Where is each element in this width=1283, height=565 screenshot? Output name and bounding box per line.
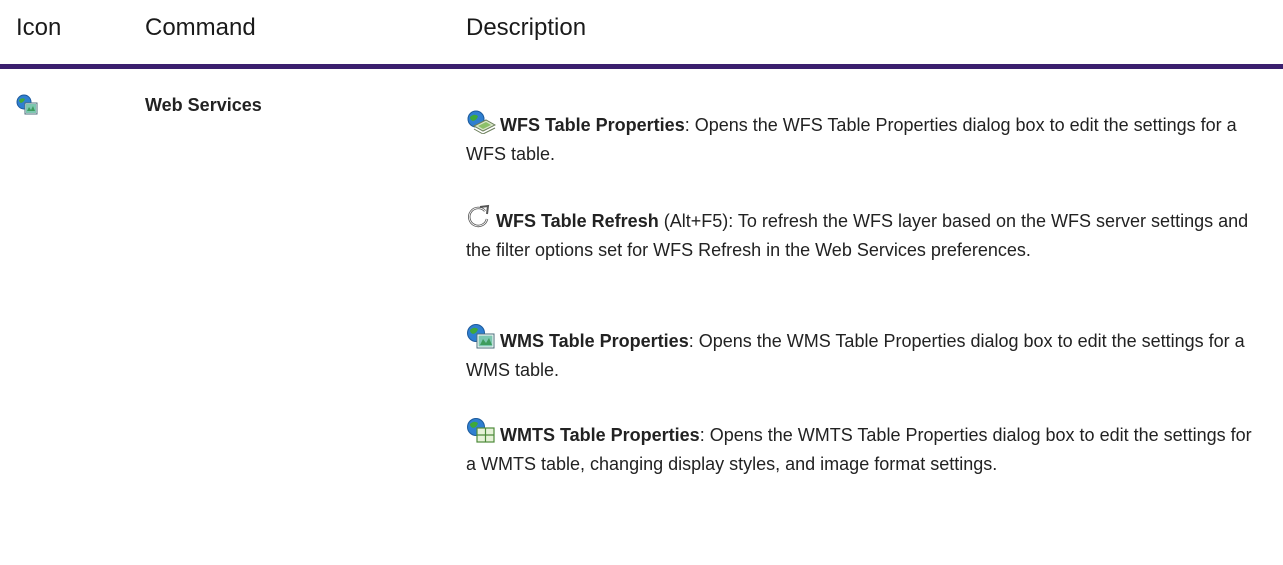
command-name: Web Services bbox=[145, 95, 262, 115]
header-divider bbox=[0, 64, 1283, 69]
column-header-command: Command bbox=[145, 14, 256, 41]
wfs-table-properties-name: WFS Table Properties bbox=[500, 115, 685, 135]
description-wmts-table-properties: WMTS Table Properties: Opens the WMTS Ta… bbox=[466, 418, 1266, 477]
column-header-icon: Icon bbox=[16, 14, 62, 41]
description-wms-table-properties: WMS Table Properties: Opens the WMS Tabl… bbox=[466, 324, 1266, 383]
wmts-table-properties-icon bbox=[466, 418, 496, 451]
wms-table-properties-icon bbox=[466, 324, 496, 357]
description-wfs-table-refresh: WFS Table Refresh (Alt+F5): To refresh t… bbox=[466, 204, 1266, 263]
wfs-table-properties-icon bbox=[466, 110, 497, 141]
web-services-globe-icon bbox=[16, 94, 38, 116]
wms-table-properties-name: WMS Table Properties bbox=[500, 331, 689, 351]
description-wfs-table-properties: WFS Table Properties: Opens the WFS Tabl… bbox=[466, 110, 1266, 167]
column-header-description: Description bbox=[466, 14, 587, 41]
wmts-table-properties-name: WMTS Table Properties bbox=[500, 425, 700, 445]
wfs-table-refresh-shortcut: (Alt+F5) bbox=[658, 211, 729, 231]
wfs-table-refresh-name: WFS Table Refresh bbox=[496, 211, 659, 231]
refresh-icon bbox=[466, 204, 492, 237]
